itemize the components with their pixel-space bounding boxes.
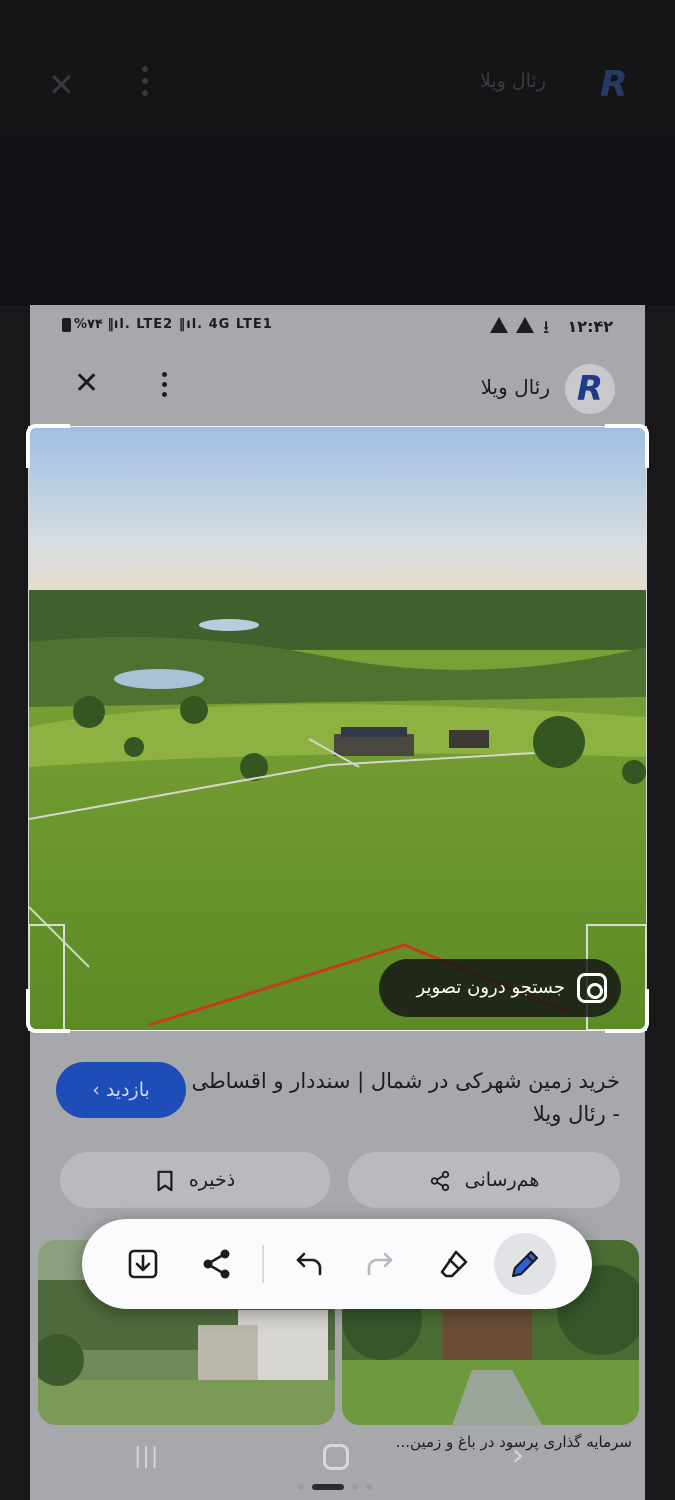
status-time: ۱۲:۴۲	[567, 317, 613, 336]
visit-button: بازدید ›	[56, 1062, 186, 1118]
download-icon: ⭳	[543, 317, 550, 338]
undo-button[interactable]	[277, 1233, 339, 1295]
undo-icon	[296, 1252, 322, 1276]
pen-icon	[511, 1250, 539, 1278]
search-in-image-label: جستجو درون تصویر	[416, 977, 565, 998]
page-dot	[352, 1483, 358, 1490]
article-title: خرید زمین شهرکی در شمال | سنددار و اقساط…	[191, 1069, 620, 1126]
battery-icon	[62, 317, 71, 332]
crop-handle-top-left[interactable]	[26, 424, 70, 468]
background-more-icon	[142, 66, 152, 102]
redo-icon	[367, 1252, 393, 1276]
share-button: هم‌رسانی	[348, 1152, 620, 1208]
background-app-title: رئال ویلا	[480, 70, 546, 92]
system-nav-bar: ||| ›	[0, 1430, 675, 1500]
signal-text: %۷۴ ‖ıl. LTE2 ‖ıl. 4G LTE1	[74, 317, 273, 332]
app-logo: R	[565, 364, 615, 414]
share-icon	[203, 1249, 230, 1279]
back-icon[interactable]: ›	[512, 1438, 524, 1473]
download-icon	[128, 1249, 158, 1279]
page-indicator	[298, 1476, 380, 1495]
pen-button[interactable]	[494, 1233, 556, 1295]
bookmark-icon	[157, 1170, 173, 1191]
lens-icon	[577, 973, 607, 1003]
save-image-button[interactable]	[112, 1233, 174, 1295]
crop-handle-top-right[interactable]	[605, 424, 649, 468]
share-button-label: هم‌رسانی	[464, 1169, 540, 1191]
home-icon[interactable]	[323, 1444, 349, 1470]
search-in-image-button[interactable]: جستجو درون تصویر	[379, 959, 621, 1017]
page-dot-active	[312, 1483, 344, 1490]
aerial-farm-image	[29, 427, 646, 1030]
background-logo-icon: R	[600, 64, 628, 105]
background-app-content	[0, 135, 675, 305]
landscape-image	[29, 427, 646, 1030]
warning-icon	[490, 317, 508, 333]
close-icon: ✕	[74, 366, 100, 401]
eraser-button[interactable]	[423, 1233, 485, 1295]
status-indicators: %۷۴ ‖ıl. LTE2 ‖ıl. 4G LTE1	[62, 317, 273, 332]
crop-selection[interactable]: جستجو درون تصویر	[26, 424, 649, 1033]
page-dot	[366, 1483, 372, 1490]
recent-apps-icon[interactable]: |||	[134, 1444, 159, 1469]
background-close-icon: ✕	[48, 66, 75, 104]
background-app-header	[0, 0, 675, 135]
share-icon	[430, 1170, 449, 1191]
eraser-icon	[440, 1250, 468, 1278]
background-side-right	[645, 305, 675, 1500]
redo-button[interactable]	[350, 1233, 412, 1295]
edit-toolbar	[82, 1219, 592, 1309]
warning-icon	[516, 317, 534, 333]
more-icon	[162, 372, 167, 402]
crop-handle-bottom-left[interactable]	[26, 989, 70, 1033]
share-image-button[interactable]	[186, 1233, 248, 1295]
save-button: ذخیره	[60, 1152, 330, 1208]
page-dot	[298, 1483, 304, 1490]
background-side-left	[0, 305, 30, 1500]
app-header: ✕ رئال ویلا R	[30, 350, 645, 425]
toolbar-divider	[262, 1245, 264, 1283]
app-title: رئال ویلا	[480, 375, 550, 399]
save-button-label: ذخیره	[188, 1169, 236, 1191]
status-bar: %۷۴ ‖ıl. LTE2 ‖ıl. 4G LTE1 ⭳ ۱۲:۴۲	[30, 305, 645, 350]
